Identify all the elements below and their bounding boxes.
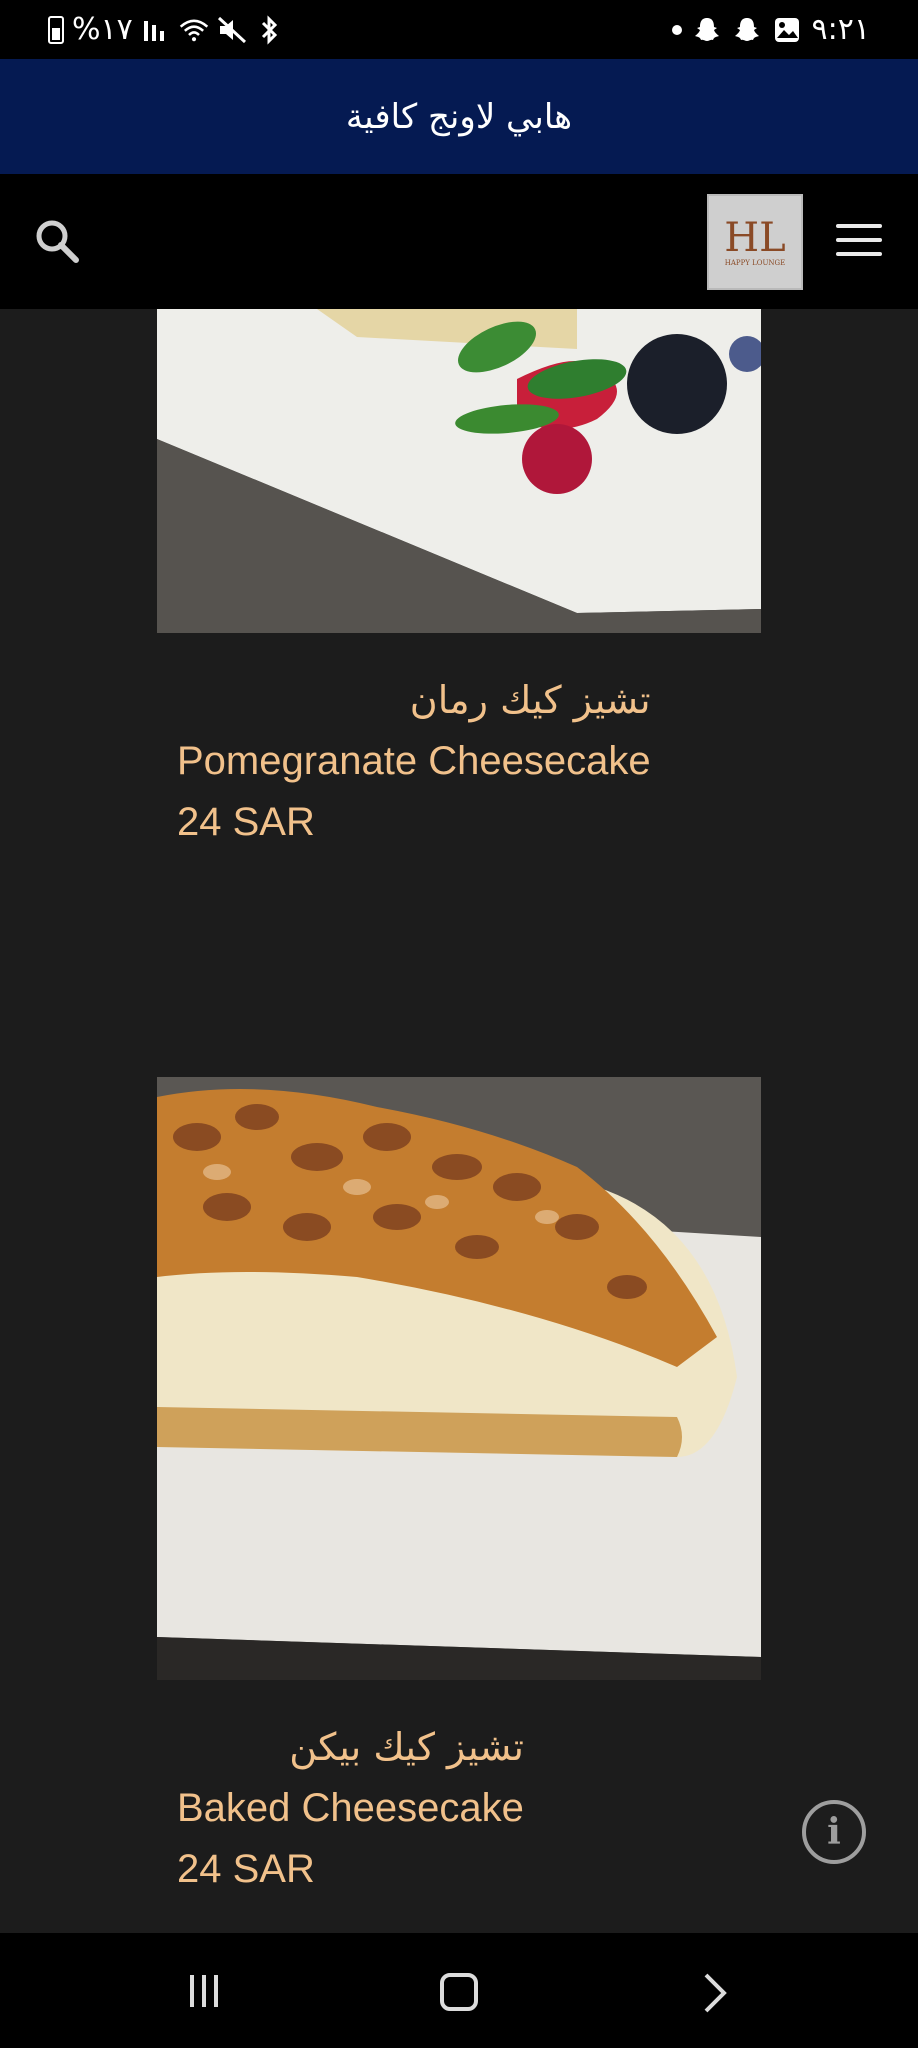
menu-item-image[interactable] <box>157 309 761 633</box>
snapchat-icon <box>732 15 762 45</box>
mute-icon <box>217 15 247 45</box>
notification-dot-icon <box>671 24 682 35</box>
battery-text: %١٧ <box>72 12 133 47</box>
status-left: %١٧ <box>48 12 285 47</box>
menu-item[interactable]: تشيز كيك رمان Pomegranate Cheesecake 24 … <box>177 670 651 852</box>
snapchat-icon <box>692 15 722 45</box>
page-title-bar: هابي لاونج كافية <box>0 59 918 174</box>
logo-text: HL <box>724 215 786 261</box>
recent-apps-icon[interactable] <box>184 1971 224 2015</box>
logo-subtext: HAPPY LOUNGE <box>724 259 786 267</box>
status-bar: %١٧ ٩:٢١ <box>0 0 918 59</box>
home-icon[interactable] <box>440 1973 478 2011</box>
signal-icon <box>141 15 171 45</box>
status-right: ٩:٢١ <box>671 12 870 47</box>
bluetooth-icon <box>255 14 285 45</box>
menu-item-image[interactable] <box>157 1077 761 1680</box>
menu-item-price: 24 SAR <box>177 800 315 844</box>
menu-icon[interactable] <box>836 224 882 258</box>
wifi-icon <box>179 15 209 45</box>
logo[interactable]: HL HAPPY LOUNGE <box>707 194 803 290</box>
menu-item-name-en: Pomegranate Cheesecake <box>177 739 651 783</box>
back-icon[interactable] <box>700 1971 730 2019</box>
menu-item[interactable]: تشيز كيك بيكن Baked Cheesecake 24 SAR <box>177 1717 524 1899</box>
info-icon[interactable]: i <box>802 1800 866 1864</box>
menu-item-price: 24 SAR <box>177 1847 315 1891</box>
system-nav-bar <box>0 1933 918 2048</box>
menu-item-name-en: Baked Cheesecake <box>177 1786 524 1830</box>
menu-item-name-ar: تشيز كيك بيكن <box>289 1725 524 1769</box>
clock: ٩:٢١ <box>811 12 870 47</box>
menu-item-name-ar: تشيز كيك رمان <box>409 678 651 722</box>
page-title: هابي لاونج كافية <box>345 96 573 137</box>
battery-icon <box>48 15 64 44</box>
search-icon[interactable] <box>30 214 86 270</box>
nav-bar: HL HAPPY LOUNGE <box>0 174 918 309</box>
gallery-icon <box>772 15 802 45</box>
